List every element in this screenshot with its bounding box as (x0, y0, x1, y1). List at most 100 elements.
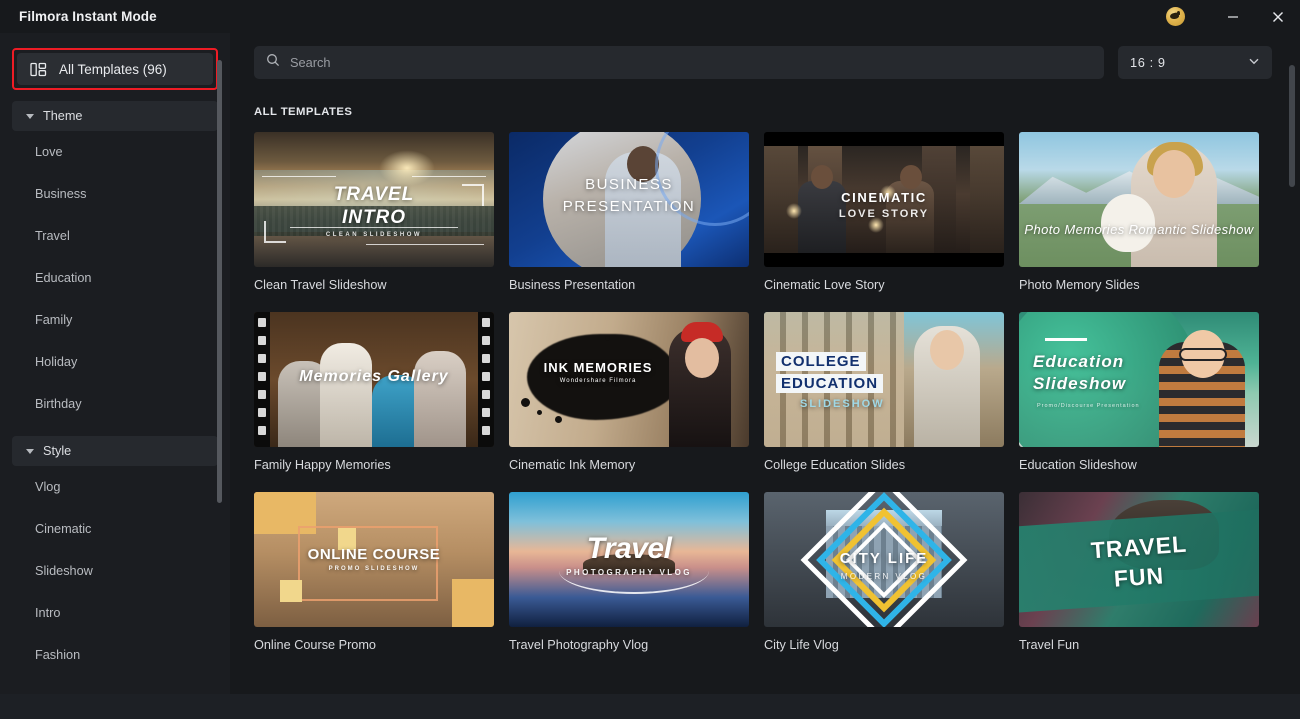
sidebar: All Templates (96) Theme Love Business T… (0, 33, 230, 694)
thumb-subtitle: PROMO SLIDESHOW (328, 566, 420, 572)
template-name: Cinematic Love Story (764, 278, 885, 292)
sidebar-item-family[interactable]: Family (0, 299, 230, 341)
template-name: City Life Vlog (764, 638, 839, 652)
template-name: Clean Travel Slideshow (254, 278, 387, 292)
thumb-title-line1: COLLEGE (776, 352, 866, 371)
thumb-title-line1: Education (1033, 352, 1125, 371)
template-card[interactable]: Travel PHOTOGRAPHY VLOG Travel Photograp… (509, 492, 749, 652)
all-templates-highlight: All Templates (96) (12, 48, 218, 90)
thumb-subtitle: Wondershare Filmora (559, 378, 637, 384)
sidebar-item-intro[interactable]: Intro (0, 592, 230, 634)
template-name: Online Course Promo (254, 638, 376, 652)
sidebar-item-love[interactable]: Love (0, 131, 230, 173)
search-placeholder: Search (290, 55, 331, 70)
template-thumbnail[interactable]: ONLINE COURSE PROMO SLIDESHOW (254, 492, 494, 627)
thumb-subtitle: CLEAN SLIDESHOW (325, 232, 423, 238)
toolbar: Search 16 : 9 (244, 33, 1300, 79)
template-thumbnail[interactable]: BUSINESS PRESENTATION (509, 132, 749, 267)
sidebar-item-birthday[interactable]: Birthday (0, 383, 230, 425)
sidebar-item-fashion[interactable]: Fashion (0, 634, 230, 676)
sidebar-scrollbar[interactable] (217, 60, 222, 503)
sidebar-group-style-label: Style (43, 444, 72, 458)
thumb-title-line2: PRESENTATION (562, 198, 696, 215)
app-title: Filmora Instant Mode (19, 9, 157, 24)
window-controls (1166, 0, 1300, 33)
chevron-down-icon (1248, 54, 1260, 72)
thumb-title-line1: TRAVEL (333, 184, 415, 205)
thumb-subtitle: MODERN VLOG (840, 572, 928, 581)
template-card[interactable]: Education Slideshow Promo/Discourse Pres… (1019, 312, 1259, 472)
template-thumbnail[interactable]: CITY LIFE MODERN VLOG (764, 492, 1004, 627)
thumb-title-line2: EDUCATION (776, 374, 884, 393)
template-card[interactable]: TRAVEL FUN Travel Fun (1019, 492, 1259, 652)
sidebar-item-holiday[interactable]: Holiday (0, 341, 230, 383)
layout-grid-icon (30, 61, 47, 78)
template-thumbnail[interactable]: Photo Memories Romantic Slideshow (1019, 132, 1259, 267)
aspect-ratio-select[interactable]: 16 : 9 (1118, 46, 1272, 79)
template-thumbnail[interactable]: Education Slideshow Promo/Discourse Pres… (1019, 312, 1259, 447)
template-thumbnail[interactable]: CINEMATIC LOVE STORY (764, 132, 1004, 267)
template-name: Education Slideshow (1019, 458, 1137, 472)
section-title: ALL TEMPLATES (254, 106, 353, 118)
chevron-down-icon (26, 448, 34, 454)
template-card[interactable]: BUSINESS PRESENTATION Business Presentat… (509, 132, 749, 292)
template-thumbnail[interactable]: Memories Gallery (254, 312, 494, 447)
sidebar-group-style[interactable]: Style (12, 436, 218, 466)
template-card[interactable]: COLLEGE EDUCATION SLIDESHOW College Educ… (764, 312, 1004, 472)
template-thumbnail[interactable]: COLLEGE EDUCATION SLIDESHOW (764, 312, 1004, 447)
template-card[interactable]: ONLINE COURSE PROMO SLIDESHOW Online Cou… (254, 492, 494, 652)
sidebar-item-all-templates[interactable]: All Templates (96) (17, 53, 213, 85)
template-name: Family Happy Memories (254, 458, 391, 472)
search-icon (266, 53, 280, 72)
template-thumbnail[interactable]: Travel PHOTOGRAPHY VLOG (509, 492, 749, 627)
thumb-title: Photo Memories Romantic Slideshow (1024, 222, 1254, 237)
status-bar (0, 694, 1300, 719)
sidebar-item-cinematic[interactable]: Cinematic (0, 508, 230, 550)
search-input[interactable]: Search (254, 46, 1104, 79)
thumb-title-line1: CINEMATIC (841, 190, 927, 205)
templates-grid: TRAVEL INTRO CLEAN SLIDESHOW Clean Trave… (244, 118, 1300, 652)
close-button[interactable] (1255, 0, 1300, 33)
template-thumbnail[interactable]: TRAVEL INTRO CLEAN SLIDESHOW (254, 132, 494, 267)
thumb-title-line1: INK MEMORIES (543, 360, 653, 375)
thumb-title: Memories Gallery (299, 368, 449, 385)
sidebar-item-all-templates-label: All Templates (96) (59, 61, 167, 77)
title-bar: Filmora Instant Mode (0, 0, 1300, 33)
templates-scrollbar[interactable] (1289, 65, 1295, 187)
thumb-title-line3: SLIDESHOW (800, 398, 885, 410)
template-card[interactable]: INK MEMORIES Wondershare Filmora Cinemat… (509, 312, 749, 472)
thumb-title-line2: Slideshow (1033, 374, 1127, 393)
aspect-ratio-value: 16 : 9 (1130, 55, 1166, 70)
template-name: Travel Fun (1019, 638, 1080, 652)
sidebar-item-slideshow[interactable]: Slideshow (0, 550, 230, 592)
template-thumbnail[interactable]: TRAVEL FUN (1019, 492, 1259, 627)
minimize-button[interactable] (1210, 0, 1255, 33)
thumb-title-line1: Travel (586, 532, 672, 565)
thumb-title-line1: BUSINESS (585, 176, 673, 193)
template-name: Cinematic Ink Memory (509, 458, 636, 472)
sidebar-item-travel[interactable]: Travel (0, 215, 230, 257)
template-card[interactable]: CINEMATIC LOVE STORY Cinematic Love Stor… (764, 132, 1004, 292)
template-card[interactable]: Memories Gallery Family Happy Memories (254, 312, 494, 472)
sidebar-item-education[interactable]: Education (0, 257, 230, 299)
sidebar-item-vlog[interactable]: Vlog (0, 466, 230, 508)
template-name: College Education Slides (764, 458, 906, 472)
thumb-subtitle: PHOTOGRAPHY VLOG (566, 568, 692, 577)
sidebar-group-theme[interactable]: Theme (12, 101, 218, 131)
content-area: All Templates (96) Theme Love Business T… (0, 33, 1300, 694)
template-thumbnail[interactable]: INK MEMORIES Wondershare Filmora (509, 312, 749, 447)
template-name: Photo Memory Slides (1019, 278, 1140, 292)
template-card[interactable]: TRAVEL INTRO CLEAN SLIDESHOW Clean Trave… (254, 132, 494, 292)
thumb-title-line1: ONLINE COURSE (307, 546, 441, 563)
template-name: Travel Photography Vlog (509, 638, 649, 652)
sidebar-item-business[interactable]: Business (0, 173, 230, 215)
template-name: Business Presentation (509, 278, 636, 292)
instant-mode-window: Filmora Instant Mode All Templates (96) … (0, 0, 1300, 719)
template-card[interactable]: CITY LIFE MODERN VLOG City Life Vlog (764, 492, 1004, 652)
thumb-title-line2: INTRO (341, 207, 407, 228)
thumb-subtitle: Promo/Discourse Presentation (1037, 403, 1140, 409)
template-card[interactable]: Photo Memories Romantic Slideshow Photo … (1019, 132, 1259, 292)
chevron-down-icon (26, 113, 34, 119)
bird-badge-icon[interactable] (1166, 7, 1185, 26)
thumb-title-line2: LOVE STORY (838, 208, 930, 220)
